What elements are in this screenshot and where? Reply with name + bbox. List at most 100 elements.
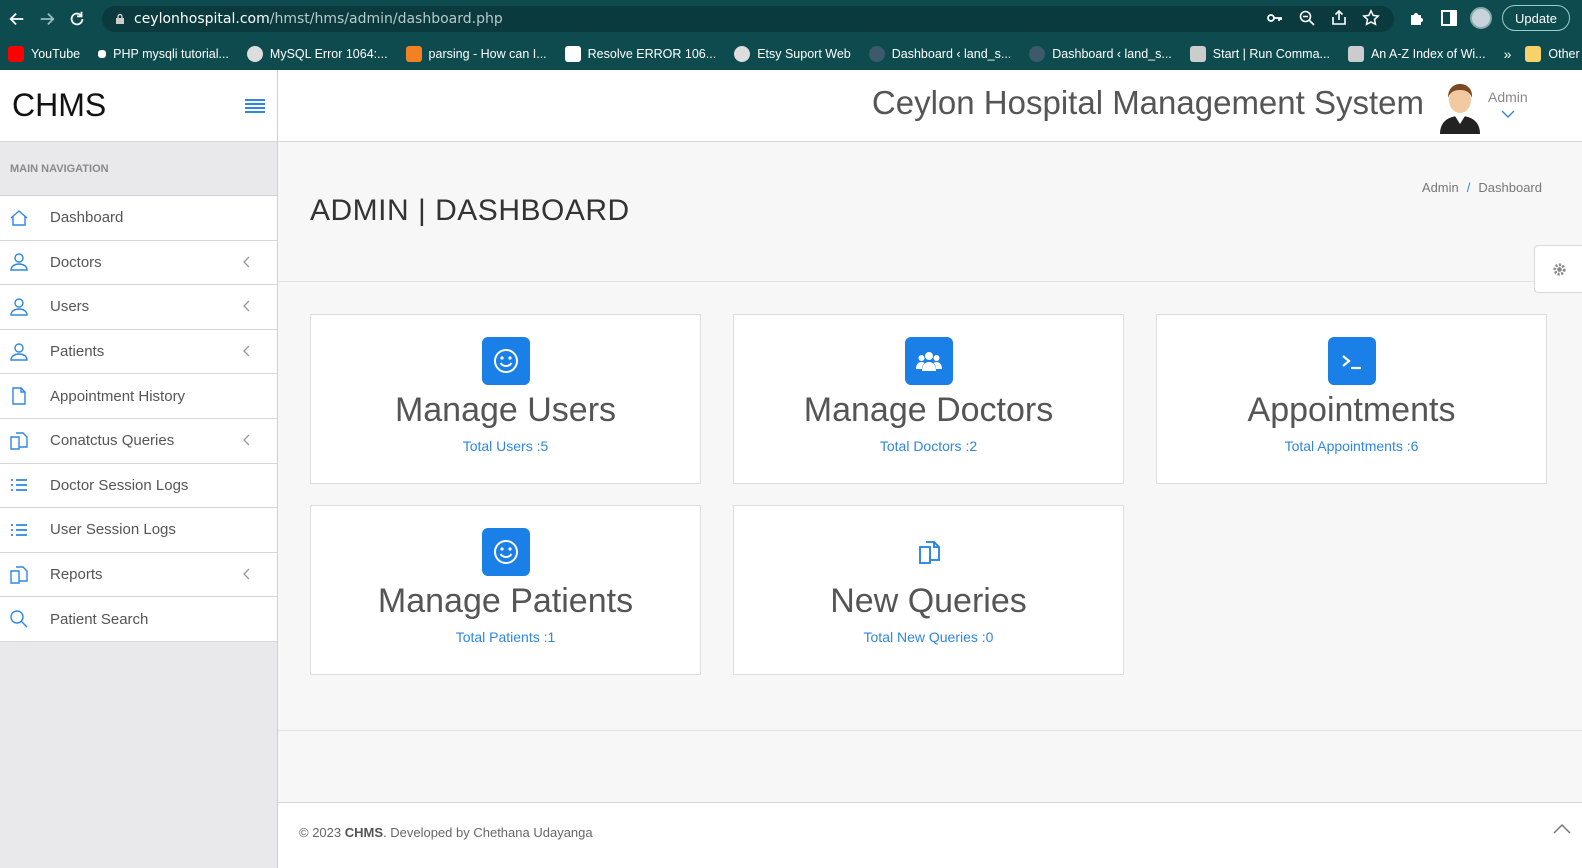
bookmark-item[interactable]: Dashboard ‹ land_s... [868,46,1011,62]
sidebar-item-doctors[interactable]: Doctors [0,241,277,286]
nav-heading: MAIN NAVIGATION [0,142,277,196]
url-host: ceylonhospital.com [134,11,270,27]
sidebar-item-doctor-session-logs[interactable]: Doctor Session Logs [0,464,277,509]
chevron-up-icon[interactable] [1552,821,1572,835]
sidebar-item-users[interactable]: Users [0,285,277,330]
address-bar[interactable]: ceylonhospital.com/hmst/hms/admin/dashbo… [102,6,1394,32]
sidebar-item-user-session-logs[interactable]: User Session Logs [0,508,277,553]
bookmark-item[interactable]: PHP mysqli tutorial... [98,47,229,61]
copyright-brand: CHMS [344,825,384,840]
arrow-left-icon [9,12,24,26]
bookmark-label: Other bookmarks [1548,47,1582,61]
url-text: ceylonhospital.com/hmst/hms/admin/dashbo… [134,11,503,27]
brand-bar: CHMS [0,70,277,142]
globe-icon [734,46,751,62]
zoom-icon[interactable] [1298,9,1316,27]
file-icon [12,387,26,405]
card-manage-patients[interactable]: Manage Patients Total Patients :1 [310,505,701,675]
gear-icon [1553,262,1566,276]
sidebar-item-label: Appointment History [50,387,186,405]
nav-list: Dashboard Doctors Users Patients Appoint… [0,196,277,642]
sidebar-item-reports[interactable]: Reports [0,553,277,598]
card-count[interactable]: Total New Queries :0 [734,629,1123,645]
chevron-left-icon [243,345,250,357]
system-title: Ceylon Hospital Management System [871,84,1424,121]
other-bookmarks[interactable]: Other bookmarks [1525,46,1582,62]
sidebar-item-dashboard[interactable]: Dashboard [0,196,277,241]
smile-icon [481,337,530,385]
sidebar-item-label: User Session Logs [50,521,176,539]
bookmark-item[interactable]: Etsy Suport Web [734,46,851,62]
sidebar-item-label: Doctors [50,253,102,271]
card-count[interactable]: Total Users :5 [311,438,700,454]
share-icon[interactable] [1330,9,1348,27]
sidebar-item-contactus-queries[interactable]: Conatctus Queries [0,419,277,464]
bookmark-item[interactable]: YouTube [8,46,80,62]
bookmark-item[interactable]: Dashboard ‹ land_s... [1029,46,1172,62]
forward-button[interactable] [32,4,62,34]
bookmarks-bar: YouTube PHP mysqli tutorial... MySQL Err… [0,38,1582,70]
content-divider [278,730,1582,731]
bookmark-label: YouTube [31,47,81,61]
card-title: New Queries [830,582,1027,620]
sidebar-item-patient-search[interactable]: Patient Search [0,597,277,642]
wordpress-icon [868,46,885,62]
sidepanel-icon[interactable] [1438,7,1460,29]
star-icon[interactable] [1362,9,1380,27]
lock-icon [116,13,124,24]
update-button[interactable]: Update [1502,5,1570,31]
breadcrumb-item: Dashboard [1478,180,1542,195]
profile-avatar[interactable] [1470,7,1492,29]
sidebar-item-label: Patient Search [50,610,149,628]
chevron-left-icon [243,300,250,312]
card-count[interactable]: Total Doctors :2 [734,438,1123,454]
card-manage-users[interactable]: Manage Users Total Users :5 [310,314,701,484]
bookmark-label: Start | Run Comma... [1212,47,1330,61]
admin-user-label[interactable]: Admin [1488,89,1528,105]
bookmark-item[interactable]: Resolve ERROR 106... [564,46,716,62]
card-title: Manage Users [394,391,617,429]
chevron-down-icon[interactable] [1501,110,1515,118]
search-icon [10,610,28,628]
youtube-icon [8,46,24,62]
settings-toggle[interactable] [1534,245,1582,293]
sidebar-item-label: Patients [50,343,105,361]
copyright-suffix: . Developed by Chethana Udayanga [383,825,593,840]
wordpress-icon [1029,46,1046,62]
more-bookmarks-button[interactable]: » [1504,46,1512,62]
reload-button[interactable] [62,4,92,34]
site-icon [564,46,581,62]
card-appointments[interactable]: Appointments Total Appointments :6 [1156,314,1547,484]
users-group-icon [904,337,953,385]
breadcrumb-item[interactable]: Admin [1422,180,1459,195]
sidebar-item-appointment-history[interactable]: Appointment History [0,374,277,419]
user-icon [10,253,28,272]
chevron-left-icon [243,256,250,268]
sidebar-item-label: Reports [50,566,103,584]
sidebar-item-label: Users [50,298,90,316]
card-title: Manage Patients [377,582,634,620]
browser-toolbar: ceylonhospital.com/hmst/hms/admin/dashbo… [0,0,1582,38]
card-manage-doctors[interactable]: Manage Doctors Total Doctors :2 [733,314,1124,484]
card-count[interactable]: Total Appointments :6 [1157,438,1546,454]
bookmark-item[interactable]: An A-Z Index of Wi... [1347,46,1486,62]
key-icon[interactable] [1266,9,1284,27]
extensions-icon[interactable] [1406,7,1428,29]
home-icon [10,209,28,226]
back-button[interactable] [2,4,32,34]
list-icon [11,524,27,536]
card-new-queries[interactable]: New Queries Total New Queries :0 [733,505,1124,675]
smile-icon [481,528,530,576]
sidebar-item-label: Conatctus Queries [50,432,175,450]
bookmark-item[interactable]: parsing - How can I... [405,46,547,62]
admin-avatar[interactable] [1438,82,1482,134]
user-icon [10,298,28,316]
copyright-prefix: © 2023 [299,825,345,840]
bookmark-item[interactable]: Start | Run Comma... [1189,46,1330,62]
hamburger-icon[interactable] [245,98,265,113]
copyright-text: © 2023 CHMS. Developed by Chethana Udaya… [299,825,593,840]
bookmark-item[interactable]: MySQL Error 1064:... [246,46,388,62]
sidebar-item-patients[interactable]: Patients [0,330,277,375]
brand-logo[interactable]: CHMS [12,87,106,124]
card-count[interactable]: Total Patients :1 [311,629,700,645]
